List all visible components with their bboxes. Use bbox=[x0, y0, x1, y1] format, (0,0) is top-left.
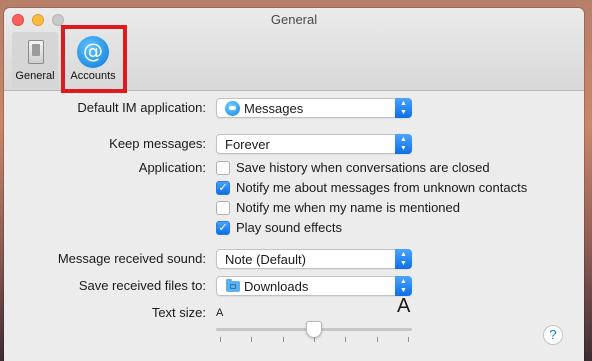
slider-tick bbox=[408, 337, 409, 342]
sound-popup[interactable]: Note (Default) ▲ ▼ bbox=[216, 249, 412, 269]
general-settings-pane: Default IM application: Messages ▲ ▼ Keep… bbox=[4, 91, 584, 361]
slider-thumb[interactable] bbox=[306, 321, 322, 338]
at-sign-icon: @ bbox=[77, 36, 109, 68]
tab-general[interactable]: General bbox=[12, 32, 58, 88]
checkbox[interactable]: ✓ bbox=[216, 220, 230, 235]
save-files-value: Downloads bbox=[244, 279, 309, 294]
slider-tick bbox=[283, 337, 284, 342]
slider-tick bbox=[314, 337, 315, 342]
text-size-large-label: A bbox=[397, 295, 411, 317]
text-size-label: Text size: bbox=[151, 305, 206, 320]
slider-tick bbox=[345, 337, 346, 342]
messages-app-icon bbox=[225, 101, 240, 116]
sound-label: Message received sound: bbox=[57, 251, 206, 266]
option-play-sound[interactable]: ✓ Play sound effects bbox=[216, 220, 342, 235]
default-im-popup[interactable]: Messages ▲ ▼ bbox=[216, 98, 412, 118]
popup-arrows-icon: ▲ ▼ bbox=[395, 98, 412, 118]
sound-value: Note (Default) bbox=[225, 252, 306, 267]
option-notify-mentioned[interactable]: Notify me when my name is mentioned bbox=[216, 200, 460, 215]
help-button[interactable]: ? bbox=[543, 325, 563, 345]
option-label: Notify me about messages from unknown co… bbox=[236, 180, 528, 195]
preferences-window: General General @ Accounts Default IM ap… bbox=[4, 8, 584, 361]
checkbox[interactable] bbox=[216, 160, 230, 175]
checkbox[interactable]: ✓ bbox=[216, 180, 230, 195]
slider-tick bbox=[220, 337, 221, 342]
option-label: Save history when conversations are clos… bbox=[236, 160, 490, 175]
tab-accounts-label: Accounts bbox=[70, 70, 116, 82]
default-im-label: Default IM application: bbox=[77, 100, 206, 115]
downloads-folder-icon bbox=[226, 279, 240, 292]
tab-accounts[interactable]: @ Accounts bbox=[64, 32, 122, 88]
tab-general-label: General bbox=[15, 70, 55, 82]
titlebar: General General @ Accounts bbox=[4, 8, 584, 91]
popup-arrows-icon: ▲ ▼ bbox=[395, 276, 412, 296]
option-label: Notify me when my name is mentioned bbox=[236, 200, 460, 215]
text-size-slider[interactable] bbox=[216, 321, 412, 342]
popup-arrows-icon: ▲ ▼ bbox=[395, 134, 412, 154]
slider-tick bbox=[251, 337, 252, 342]
popup-arrows-icon: ▲ ▼ bbox=[395, 249, 412, 269]
save-files-label: Save received files to: bbox=[78, 278, 206, 293]
text-size-small-label: A bbox=[216, 307, 224, 319]
application-label: Application: bbox=[138, 160, 206, 175]
window-title: General bbox=[270, 12, 318, 27]
checkbox[interactable] bbox=[216, 200, 230, 215]
save-files-popup[interactable]: Downloads ▲ ▼ bbox=[216, 276, 412, 296]
keep-messages-value: Forever bbox=[225, 137, 270, 152]
slider-tick bbox=[377, 337, 378, 342]
option-label: Play sound effects bbox=[236, 220, 342, 235]
keep-messages-popup[interactable]: Forever ▲ ▼ bbox=[216, 134, 412, 154]
option-notify-unknown[interactable]: ✓ Notify me about messages from unknown … bbox=[216, 180, 527, 195]
option-save-history[interactable]: Save history when conversations are clos… bbox=[216, 160, 490, 175]
phone-switch-icon bbox=[28, 40, 44, 64]
keep-messages-label: Keep messages: bbox=[109, 136, 206, 151]
default-im-value: Messages bbox=[244, 101, 304, 116]
